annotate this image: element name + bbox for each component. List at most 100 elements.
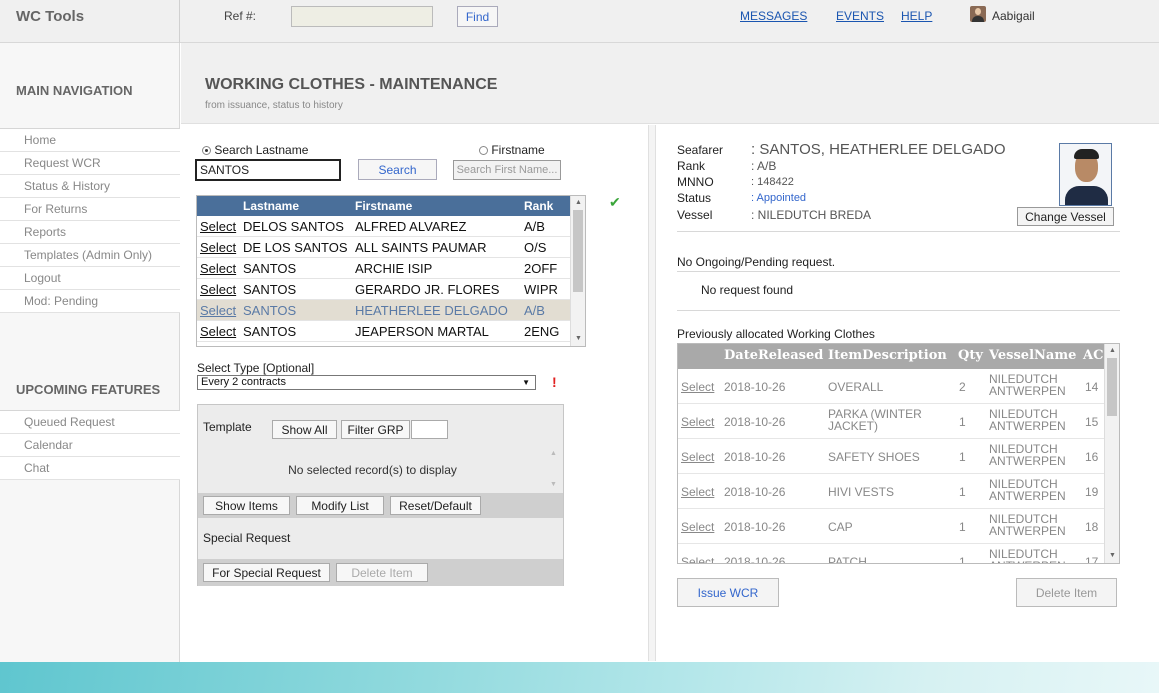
- select-link[interactable]: Select: [200, 261, 236, 276]
- nav-item-templates[interactable]: Templates (Admin Only): [0, 244, 180, 267]
- reset-default-button[interactable]: Reset/Default: [390, 496, 481, 515]
- nav-item-mod-pending[interactable]: Mod: Pending: [0, 290, 180, 313]
- nav-item-queued-request[interactable]: Queued Request: [0, 411, 180, 434]
- col-vessel-name[interactable]: VesselName: [989, 348, 1076, 363]
- ref-input[interactable]: [291, 6, 433, 27]
- table-row[interactable]: Select 2018-10-26 HIVI VESTS 1 NILEDUTCH ANTW…: [678, 474, 1106, 509]
- check-icon: ✔: [609, 194, 621, 210]
- seafarer-table: Lastname Firstname Rank Select DELOS SANT…: [196, 195, 586, 347]
- template-scrollbar[interactable]: ▲ ▼: [547, 447, 563, 493]
- nav-item-reports[interactable]: Reports: [0, 221, 180, 244]
- nav-item-status-history[interactable]: Status & History: [0, 175, 180, 198]
- select-link[interactable]: Select: [681, 485, 714, 499]
- col-qty[interactable]: Qty: [958, 348, 983, 363]
- user-avatar-icon[interactable]: [970, 6, 986, 22]
- col-lastname[interactable]: Lastname: [243, 199, 299, 213]
- table-row[interactable]: Select DE LOS SANTOS JOHN PAUL MILLONDAGA O…: [197, 342, 570, 346]
- nav-item-logout[interactable]: Logout: [0, 267, 180, 290]
- user-name[interactable]: Aabigail: [992, 9, 1035, 23]
- nav-item-home[interactable]: Home: [0, 129, 180, 152]
- seafarer-label: Seafarer: [677, 143, 724, 157]
- col-firstname[interactable]: Firstname: [355, 199, 412, 213]
- select-link[interactable]: Select: [200, 324, 236, 339]
- show-items-button[interactable]: Show Items: [203, 496, 290, 515]
- lastname-cell: SANTOS: [243, 303, 297, 318]
- scroll-down-icon[interactable]: ▼: [1105, 549, 1119, 563]
- radio-unselected-icon[interactable]: [479, 146, 488, 156]
- top-bar: WC Tools Ref #: Find MESSAGES EVENTS HEL…: [0, 0, 1159, 43]
- delete-item-button[interactable]: Delete Item: [1016, 578, 1117, 607]
- search-button[interactable]: Search: [358, 159, 437, 180]
- ac-cell: 14: [1085, 380, 1099, 394]
- events-link[interactable]: EVENTS: [836, 9, 884, 23]
- main-navigation-header: MAIN NAVIGATION: [16, 83, 133, 98]
- select-link[interactable]: Select: [200, 240, 236, 255]
- search-firstname-radio[interactable]: Firstname: [479, 143, 545, 157]
- show-all-button[interactable]: Show All: [272, 420, 337, 439]
- table-row[interactable]: Select SANTOS HEATHERLEE DELGADO A/B: [197, 300, 570, 321]
- col-ac[interactable]: AC: [1083, 348, 1103, 363]
- lastname-cell: SANTOS: [243, 261, 297, 276]
- vessel-cell-line2: ANTWERPEN: [989, 524, 1066, 538]
- table-row[interactable]: Select2018-10-26PATCH1NILEDUTCHANTWERPEN…: [678, 544, 1106, 563]
- select-link[interactable]: Select: [681, 380, 714, 394]
- table-row[interactable]: Select 2018-10-26 PARKA (WINTER JACKET) 1 NIL…: [678, 404, 1106, 439]
- table-row[interactable]: Select SANTOS ARCHIE ISIP 2OFF: [197, 258, 570, 279]
- find-button[interactable]: Find: [457, 6, 498, 27]
- select-link[interactable]: Select: [200, 303, 236, 318]
- help-link[interactable]: HELP: [901, 9, 932, 23]
- table-row[interactable]: Select 2018-10-26 CAP 1 NILEDUTCH ANTWERPEN 18: [678, 509, 1106, 544]
- nav-item-for-returns[interactable]: For Returns: [0, 198, 180, 221]
- select-link[interactable]: Select: [681, 415, 714, 429]
- scroll-up-icon[interactable]: ▲: [571, 196, 585, 210]
- panel-divider[interactable]: [648, 125, 656, 661]
- mnno-value: : 148422: [751, 176, 794, 188]
- vessel-cell-line2: ANTWERPEN: [989, 419, 1066, 433]
- seafarer-table-scrollbar[interactable]: ▲ ▼: [570, 196, 585, 346]
- template-toolbar: Show Items Modify List Reset/Default: [198, 493, 563, 518]
- nav-item-calendar[interactable]: Calendar: [0, 434, 180, 457]
- select-link[interactable]: Select: [681, 555, 714, 563]
- scroll-thumb[interactable]: [573, 210, 583, 292]
- table-row[interactable]: Select 2018-10-26 OVERALL 2 NILEDUTCH ANTWERP…: [678, 369, 1106, 404]
- delete-item-button[interactable]: Delete Item: [336, 563, 428, 582]
- col-item-description[interactable]: ItemDescription: [828, 348, 947, 363]
- radio-selected-icon[interactable]: [202, 146, 211, 156]
- select-link[interactable]: Select: [200, 345, 236, 346]
- search-lastname-radio[interactable]: Search Lastname: [202, 143, 308, 157]
- scroll-thumb[interactable]: [1107, 358, 1117, 416]
- nav-item-request-wcr[interactable]: Request WCR: [0, 152, 180, 175]
- filter-grp-input[interactable]: [411, 420, 448, 439]
- select-link[interactable]: Select: [200, 219, 236, 234]
- scroll-up-icon[interactable]: ▲: [550, 450, 557, 457]
- table-row[interactable]: Select DE LOS SANTOS ALL SAINTS PAUMAR O/S: [197, 237, 570, 258]
- select-link[interactable]: Select: [681, 450, 714, 464]
- select-type-dropdown[interactable]: Every 2 contracts ▼: [197, 375, 536, 390]
- col-date-released[interactable]: DateReleased: [724, 348, 823, 363]
- allocated-table-scrollbar[interactable]: ▲ ▼: [1104, 344, 1119, 563]
- issue-wcr-button[interactable]: Issue WCR: [677, 578, 779, 607]
- select-link[interactable]: Select: [200, 282, 236, 297]
- table-row[interactable]: Select SANTOS JEAPERSON MARTAL 2ENG: [197, 321, 570, 342]
- table-row[interactable]: Select SANTOS GERARDO JR. FLORES WIPR: [197, 279, 570, 300]
- modify-list-button[interactable]: Modify List: [296, 496, 384, 515]
- select-link[interactable]: Select: [681, 520, 714, 534]
- search-first-name-button[interactable]: Search First Name...: [453, 160, 561, 180]
- app-title: WC Tools: [16, 8, 85, 25]
- col-rank[interactable]: Rank: [524, 199, 553, 213]
- filter-grp-button[interactable]: Filter GRP: [341, 420, 410, 439]
- scroll-up-icon[interactable]: ▲: [1105, 344, 1119, 358]
- lastname-cell: DE LOS SANTOS: [243, 345, 348, 346]
- change-vessel-button[interactable]: Change Vessel: [1017, 207, 1114, 226]
- search-input[interactable]: SANTOS: [195, 159, 341, 181]
- messages-link[interactable]: MESSAGES: [740, 9, 807, 23]
- scroll-down-icon[interactable]: ▼: [550, 481, 557, 488]
- page-title: WORKING CLOTHES - MAINTENANCE: [205, 76, 498, 93]
- table-row[interactable]: Select 2018-10-26 SAFETY SHOES 1 NILEDUTCH AN…: [678, 439, 1106, 474]
- scroll-down-icon[interactable]: ▼: [571, 332, 585, 346]
- lastname-cell: SANTOS: [243, 324, 297, 339]
- for-special-request-button[interactable]: For Special Request: [203, 563, 330, 582]
- table-row[interactable]: Select DELOS SANTOS ALFRED ALVAREZ A/B: [197, 216, 570, 237]
- item-cell: SAFETY SHOES: [828, 450, 920, 464]
- nav-item-chat[interactable]: Chat: [0, 457, 180, 480]
